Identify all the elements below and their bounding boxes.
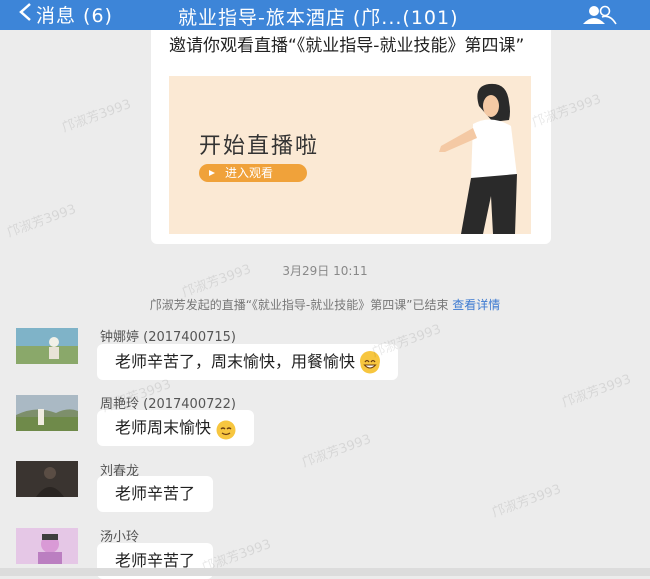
system-message-text: 邝淑芳发起的直播“《就业指导-就业技能》第四课”已结束	[149, 298, 449, 312]
watermark: 邝淑芳3993	[370, 322, 444, 361]
back-label: 消息 (6)	[36, 5, 113, 27]
chat-header: 消息 (6) 就业指导-旅本酒店 (邝...(101)	[0, 0, 650, 30]
enter-watch-label: 进入观看	[225, 166, 274, 180]
enter-watch-button[interactable]: 进入观看	[199, 164, 307, 182]
system-message: 邝淑芳发起的直播“《就业指导-就业技能》第四课”已结束 查看详情	[0, 296, 650, 313]
watermark: 邝淑芳3993	[560, 372, 634, 411]
input-bar-edge	[0, 568, 650, 576]
live-invite-card[interactable]: 邀请你观看直播“《就业指导-就业技能》第四课” 开始直播啦 进入观看	[151, 30, 551, 244]
avatar[interactable]	[16, 328, 78, 364]
play-icon	[209, 170, 215, 176]
message-bubble[interactable]: 老师辛苦了	[97, 476, 214, 512]
live-poster[interactable]: 开始直播啦 进入观看	[169, 76, 531, 234]
live-invite-text: 邀请你观看直播“《就业指导-就业技能》第四课”	[169, 36, 525, 56]
chevron-left-icon	[18, 2, 32, 29]
group-icon[interactable]	[580, 5, 620, 25]
message-bubble[interactable]: 老师周末愉快	[97, 410, 255, 446]
message-text: 老师辛苦了	[115, 484, 196, 503]
watermark: 邝淑芳3993	[490, 482, 564, 521]
view-details-link[interactable]: 查看详情	[452, 298, 500, 312]
message-text: 老师周末愉快	[115, 418, 212, 437]
back-button[interactable]: 消息 (6)	[18, 2, 113, 29]
watermark: 邝淑芳3993	[5, 202, 79, 241]
presenter-illustration	[439, 83, 517, 234]
avatar[interactable]	[16, 395, 78, 431]
poster-title: 开始直播啦	[199, 134, 320, 159]
message-bubble[interactable]: 老师辛苦了，周末愉快，用餐愉快	[97, 344, 399, 380]
avatar[interactable]	[16, 528, 78, 564]
message-text: 老师辛苦了，周末愉快，用餐愉快	[115, 352, 356, 371]
avatar[interactable]	[16, 461, 78, 497]
message-timestamp: 3月29日 10:11	[282, 264, 368, 278]
smile-emoji-icon	[216, 417, 236, 439]
chat-title: 就业指导-旅本酒店 (邝...(101)	[178, 7, 459, 29]
sender-name: 钟娜婷 (2017400715)	[100, 330, 236, 345]
watermark: 邝淑芳3993	[300, 432, 374, 471]
watermark: 邝淑芳3993	[60, 97, 134, 136]
